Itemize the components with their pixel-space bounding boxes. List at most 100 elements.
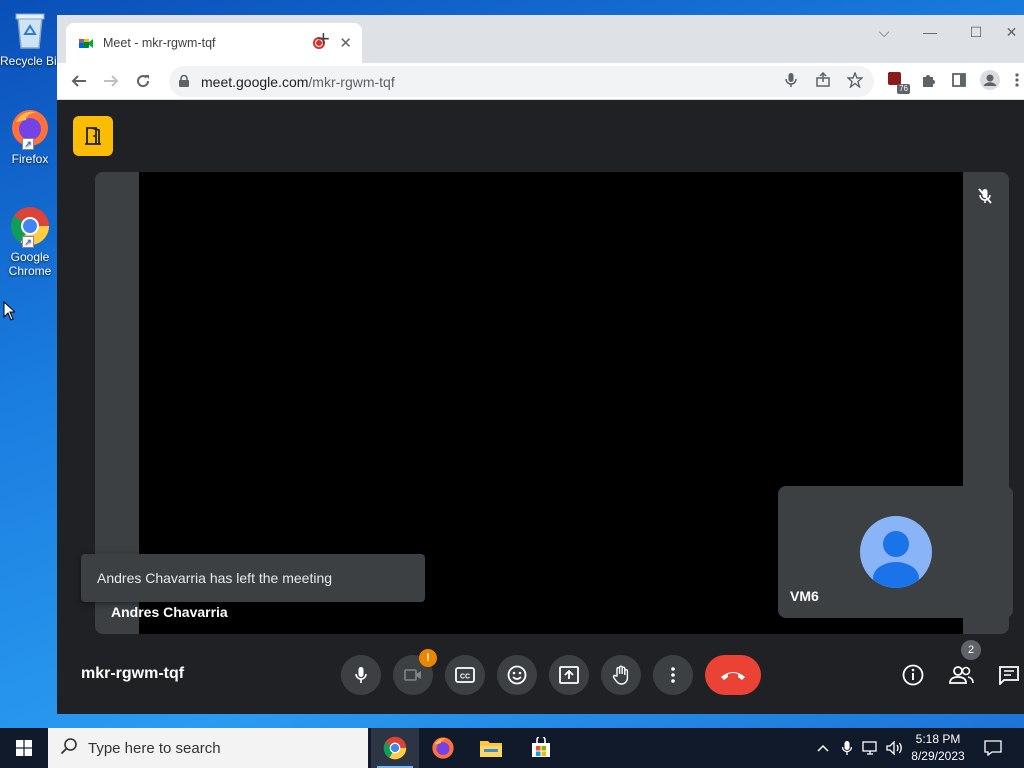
meet-content: Andres Chavarria Andres Chavarria has le… <box>57 100 1024 714</box>
folder-icon <box>480 741 502 757</box>
chevron-up-icon <box>817 744 829 752</box>
reload-button[interactable] <box>131 69 155 93</box>
browser-window: Meet - mkr-rgwm-tqf ✕ + ⌵ — ☐ ✕ meet.goo… <box>57 15 1024 714</box>
emoji-icon <box>507 665 527 685</box>
camera-icon <box>404 669 421 681</box>
recycle-bin-icon <box>8 8 52 52</box>
extension-badge: 76 <box>897 84 910 94</box>
network-icon[interactable] <box>860 728 882 768</box>
desktop-icon-label: Google Chrome <box>8 250 52 278</box>
captions-icon: CC <box>455 667 475 683</box>
search-placeholder: Type here to search <box>88 739 221 757</box>
present-screen-button[interactable] <box>549 655 589 695</box>
desktop-icon-recycle-bin[interactable]: Recycle Bin <box>0 8 64 68</box>
tab-search-button[interactable]: ⌵ <box>861 19 907 45</box>
leave-call-button[interactable] <box>705 655 761 695</box>
firefox-icon: ↗ <box>8 106 52 150</box>
address-bar[interactable]: meet.google.com/mkr-rgwm-tqf <box>169 66 874 97</box>
avatar <box>860 516 932 588</box>
raise-hand-button[interactable] <box>601 655 641 695</box>
desktop-icon-label: Firefox <box>11 152 49 166</box>
notifications-button[interactable] <box>978 728 1008 768</box>
taskbar-file-explorer[interactable] <box>467 728 515 768</box>
mic-muted-icon <box>973 184 997 208</box>
desktop-icon-firefox[interactable]: ↗ Firefox <box>0 106 60 166</box>
clock-date: 8/29/2023 <box>911 749 965 763</box>
captions-button[interactable]: CC <box>445 655 485 695</box>
search-icon <box>60 737 78 759</box>
browser-toolbar: meet.google.com/mkr-rgwm-tqf 76 <box>57 63 1024 100</box>
chat-icon <box>999 666 1019 685</box>
show-hidden-icons-button[interactable] <box>813 728 833 768</box>
present-screen-icon <box>559 666 579 684</box>
desktop-icon-chrome[interactable]: ↗ Google Chrome <box>0 204 60 278</box>
hang-up-icon <box>721 672 745 680</box>
forward-button[interactable] <box>99 69 123 93</box>
windows-logo-icon <box>16 740 32 756</box>
taskbar-search-box[interactable]: Type here to search <box>48 728 368 768</box>
microphone-button[interactable] <box>341 655 381 695</box>
svg-text:CC: CC <box>460 674 470 681</box>
url-path: /mkr-rgwm-tqf <box>308 73 395 90</box>
microphone-in-use-icon[interactable] <box>780 69 802 91</box>
chrome-icon: ↗ <box>8 204 52 248</box>
people-icon <box>949 666 974 684</box>
google-meet-icon <box>78 35 94 51</box>
hand-icon <box>612 665 629 685</box>
minimize-button[interactable]: — <box>907 19 953 45</box>
reload-icon <box>137 75 150 88</box>
chat-button[interactable] <box>994 660 1024 690</box>
forward-arrow-icon <box>104 75 119 87</box>
back-arrow-icon <box>71 75 86 87</box>
taskbar-clock[interactable]: 5:18 PM 8/29/2023 <box>905 731 971 765</box>
meeting-details-button[interactable] <box>898 660 928 690</box>
tab-title: Meet - mkr-rgwm-tqf <box>103 36 216 50</box>
menu-kebab-icon[interactable] <box>1009 69 1024 91</box>
meeting-code: mkr-rgwm-tqf <box>81 665 185 682</box>
firefox-icon <box>432 737 454 759</box>
extension-icon[interactable]: 76 <box>885 69 910 94</box>
bookmark-star-icon[interactable] <box>844 69 866 91</box>
door-icon <box>85 127 101 145</box>
people-button[interactable] <box>946 660 976 690</box>
participant-tile-self[interactable]: VM6 <box>778 486 1013 618</box>
volume-icon[interactable] <box>884 728 906 768</box>
meeting-info-button[interactable] <box>73 116 113 156</box>
store-icon <box>532 737 550 757</box>
start-button[interactable] <box>0 728 48 768</box>
close-window-button[interactable]: ✕ <box>999 19 1024 45</box>
participant-count-badge: 2 <box>961 640 981 660</box>
notification-icon <box>984 740 1002 756</box>
chrome-icon <box>383 736 407 760</box>
new-tab-button[interactable]: + <box>317 28 330 50</box>
more-vert-icon <box>671 667 675 683</box>
self-name: VM6 <box>790 588 819 604</box>
more-options-button[interactable] <box>653 655 693 695</box>
reactions-button[interactable] <box>497 655 537 695</box>
camera-warning-badge: ! <box>419 649 437 667</box>
extensions-puzzle-icon[interactable] <box>917 69 939 91</box>
clock-time: 5:18 PM <box>915 732 961 746</box>
microphone-icon <box>355 667 367 683</box>
mouse-cursor-icon <box>3 300 17 326</box>
profile-avatar-icon[interactable] <box>979 69 1001 91</box>
taskbar-firefox[interactable] <box>419 728 467 768</box>
tab-close-button[interactable]: ✕ <box>339 34 352 52</box>
shortcut-arrow-icon: ↗ <box>22 236 34 248</box>
taskbar-microsoft-store[interactable] <box>517 728 565 768</box>
side-panel-icon[interactable] <box>948 69 970 91</box>
url-host: meet.google.com <box>201 73 309 90</box>
taskbar-chrome[interactable] <box>371 728 419 768</box>
camera-button[interactable]: ! <box>393 649 437 695</box>
maximize-button[interactable]: ☐ <box>953 19 999 45</box>
shortcut-arrow-icon: ↗ <box>22 138 34 150</box>
microphone-tray-icon[interactable] <box>838 728 856 768</box>
tab-strip: Meet - mkr-rgwm-tqf ✕ + ⌵ — ☐ ✕ <box>57 15 1024 63</box>
share-icon[interactable] <box>812 69 834 91</box>
lock-icon <box>179 74 189 90</box>
info-icon <box>902 664 924 686</box>
participant-name: Andres Chavarria <box>111 604 228 620</box>
notification-toast: Andres Chavarria has left the meeting <box>81 554 425 602</box>
desktop-icon-label: Recycle Bin <box>0 54 64 68</box>
back-button[interactable] <box>67 69 91 93</box>
